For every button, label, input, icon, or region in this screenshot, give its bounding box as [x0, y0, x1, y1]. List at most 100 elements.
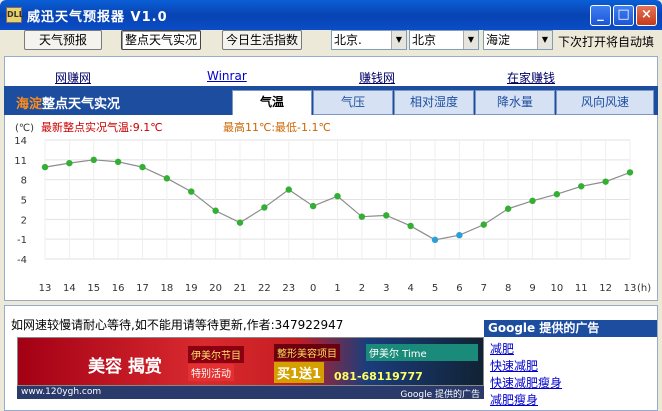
x-tick-label: 8	[505, 283, 511, 294]
auto-open-label[interactable]: 下次打开将自动填	[558, 33, 654, 50]
x-axis-ticks: 13 14 15 16 17 18 19 20 21 22 23 0 1 2 3 4 5 6 7 8 9 10 11 12 13	[39, 283, 637, 294]
x-tick-label: 21	[234, 283, 247, 294]
x-tick-label: 14	[63, 283, 76, 294]
ad-footer: www.120ygh.com Google 提供的广告	[17, 386, 484, 400]
minimize-button[interactable]: _	[590, 5, 611, 26]
x-tick-label: 0	[310, 283, 316, 294]
y-tick-label: 5	[21, 196, 27, 207]
province-value: 北京.	[334, 33, 362, 47]
hour-unit-label: (h)	[637, 283, 651, 294]
y-tick-label: 2	[21, 215, 27, 226]
y-tick-label: 14	[14, 136, 27, 147]
google-ad-link[interactable]: 减肥瘦身	[490, 391, 538, 408]
life-index-button[interactable]: 今日生活指数	[222, 30, 302, 50]
google-ad-link[interactable]: 快速减肥	[490, 357, 538, 374]
data-point[interactable]	[212, 207, 219, 214]
district-select[interactable]: 海淀 ▼	[483, 30, 553, 50]
x-tick-label: 13	[39, 283, 52, 294]
tab-wind[interactable]: 风向风速	[556, 90, 654, 115]
data-point[interactable]	[504, 205, 512, 212]
data-point[interactable]	[285, 186, 292, 193]
x-tick-label: 9	[529, 283, 535, 294]
data-point[interactable]	[334, 192, 341, 200]
ad-site[interactable]: www.120ygh.com	[21, 387, 101, 397]
data-point[interactable]	[602, 178, 609, 185]
data-point[interactable]	[90, 156, 97, 164]
current-temperature-label: 最新整点实况气温:9.1℃	[41, 120, 163, 134]
google-ads-panel: Google 提供的广告 减肥 快速减肥 快速减肥瘦身 减肥瘦身	[484, 320, 657, 410]
google-ad-link[interactable]: 快速减肥瘦身	[490, 374, 562, 391]
data-point[interactable]	[431, 236, 439, 244]
city-select[interactable]: 北京 ▼	[409, 30, 479, 50]
close-button[interactable]: ×	[636, 5, 657, 26]
data-point[interactable]	[480, 221, 487, 228]
x-tick-label: 4	[407, 283, 413, 294]
x-tick-label: 5	[432, 283, 438, 294]
x-tick-label: 20	[209, 283, 222, 294]
x-tick-label: 7	[481, 283, 487, 294]
x-tick-label: 2	[359, 283, 365, 294]
data-point[interactable]	[626, 169, 634, 176]
ad-provider[interactable]: Google 提供的广告	[400, 387, 480, 400]
page-title: 海淀整点天气实况	[16, 93, 120, 112]
data-point[interactable]	[407, 222, 414, 230]
chevron-down-icon[interactable]: ▼	[537, 31, 552, 49]
x-tick-label: 11	[575, 283, 588, 294]
data-point[interactable]	[358, 213, 366, 220]
x-tick-label: 1	[334, 283, 340, 294]
x-tick-label: 3	[383, 283, 389, 294]
data-point[interactable]	[66, 159, 73, 167]
x-tick-label: 23	[282, 283, 295, 294]
data-point[interactable]	[578, 183, 585, 190]
ad-phone: 081-68119777	[334, 370, 423, 383]
data-point[interactable]	[529, 197, 536, 205]
data-point[interactable]	[383, 212, 390, 219]
google-ads-heading: Google 提供的广告	[484, 320, 657, 337]
province-select[interactable]: 北京. ▼	[331, 30, 407, 50]
data-point[interactable]	[553, 191, 561, 198]
tab-precipitation[interactable]: 降水量	[475, 90, 555, 115]
link-wangzhuan[interactable]: 网赚网	[55, 69, 91, 86]
chart-panel: (℃) 最新整点实况气温:9.1℃ 最高11℃:最低-1.1℃ 14 11 8 5 2-…	[4, 115, 658, 301]
chevron-down-icon[interactable]: ▼	[391, 31, 406, 49]
y-tick-label: -1	[17, 235, 27, 246]
link-zhuanqian[interactable]: 赚钱网	[359, 69, 395, 86]
hourly-weather-button[interactable]: 整点天气实况	[121, 30, 201, 50]
data-point[interactable]	[114, 158, 122, 166]
title-bar: DLL 威迅天气预报器 V1.0 _ □ ×	[0, 0, 662, 30]
tab-humidity[interactable]: 相对湿度	[394, 90, 474, 115]
ad-main-text: 美容 揭赏	[88, 357, 162, 377]
link-zaijia[interactable]: 在家赚钱	[507, 69, 555, 86]
y-tick-label: -4	[17, 255, 27, 266]
x-tick-label: 13	[624, 283, 637, 294]
maximize-button[interactable]: □	[613, 5, 634, 26]
data-point[interactable]	[41, 163, 49, 171]
temperature-range-label: 最高11℃:最低-1.1℃	[223, 120, 331, 134]
ad-tag-event: 特别活动	[188, 364, 234, 381]
chevron-down-icon[interactable]: ▼	[463, 31, 478, 49]
y-tick-label: 11	[14, 156, 27, 167]
toolbar: 天气预报 整点天气实况 今日生活指数 北京. ▼ 北京 ▼ 海淀 ▼ 下次打开将…	[0, 30, 662, 52]
data-point[interactable]	[188, 188, 195, 195]
y-axis-ticks: 14 11 8 5 2 -1 -4	[14, 136, 27, 266]
chart-grid	[44, 139, 631, 260]
forecast-button[interactable]: 天气预报	[24, 30, 102, 50]
location-name: 海淀	[16, 97, 43, 112]
x-tick-label: 16	[112, 283, 125, 294]
tab-pressure[interactable]: 气压	[313, 90, 393, 115]
data-point[interactable]	[309, 202, 317, 210]
ad-tag-brand: 伊美尔 Time	[366, 344, 478, 361]
google-ad-link[interactable]: 减肥	[490, 340, 514, 357]
data-point[interactable]	[163, 175, 171, 182]
district-value: 海淀	[486, 33, 511, 47]
data-point[interactable]	[456, 232, 463, 239]
data-point[interactable]	[261, 204, 268, 211]
x-tick-label: 22	[258, 283, 271, 294]
data-point[interactable]	[139, 163, 146, 171]
bottom-panel: 如网速较慢请耐心等待,如不能用请等待更新,作者:347922947 美容 揭赏 …	[4, 305, 658, 411]
data-point[interactable]	[236, 219, 244, 226]
link-winrar[interactable]: Winrar	[207, 69, 247, 83]
tab-temperature[interactable]: 气温	[232, 90, 312, 115]
ad-banner[interactable]: 美容 揭赏 伊美尔节目 特别活动 整形美容项目 买1送1 伊美尔 Time 08…	[17, 337, 484, 386]
x-tick-label: 10	[551, 283, 564, 294]
